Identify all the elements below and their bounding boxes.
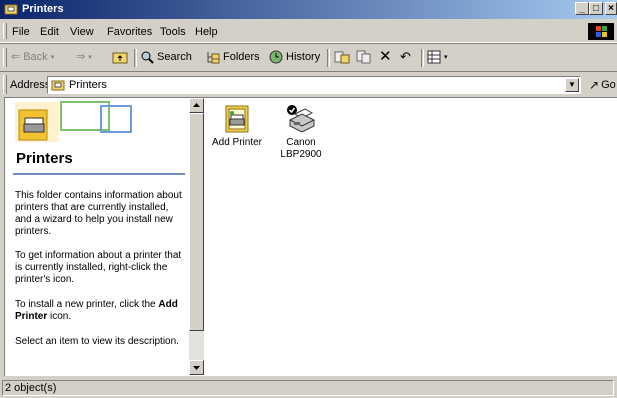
address-dropdown-button[interactable]: ▼ [565,78,579,92]
title-bar[interactable]: Printers _ □ × [0,0,617,19]
minimize-button[interactable]: _ [575,2,589,15]
move-to-icon [334,51,350,64]
window-title: Printers [22,3,64,15]
move-to-button[interactable] [334,50,350,64]
forward-button[interactable]: ⇒ ▾ [76,50,92,63]
toolbar-separator [134,49,137,67]
add-printer-item[interactable]: Add Printer [205,104,269,149]
menu-edit[interactable]: Edit [40,26,59,38]
history-icon [269,50,283,64]
up-folder-button[interactable] [112,50,128,64]
status-bar: 2 object(s) [0,378,617,398]
maximize-button[interactable]: □ [589,2,603,15]
folder-view: Printers This folder contains informatio… [4,97,617,376]
toolbar: ⇐ Back ▾ ⇒ ▾ Search Folders History ✕ ↶ … [0,43,617,72]
undo-button[interactable]: ↶ [400,49,411,65]
printers-folder-icon [4,4,18,15]
search-label: Search [157,51,192,63]
chevron-down-icon: ▾ [50,53,55,61]
go-arrow-icon: ↗ [589,78,600,92]
toolbar-grip[interactable] [3,48,7,67]
close-button[interactable]: × [605,2,617,15]
windows-logo-icon [588,23,614,40]
status-text: 2 object(s) [5,382,57,394]
search-button[interactable]: Search [140,50,192,64]
panel-paragraph-select: Select an item to view its description. [15,336,179,347]
copy-to-icon [356,50,371,64]
history-button[interactable]: History [269,50,320,64]
printer-icon [287,105,315,133]
item-label: Add Printer [211,137,263,148]
scroll-thumb[interactable] [189,113,204,331]
address-label: Address [10,79,51,91]
panel-divider [13,173,185,175]
chevron-down-icon: ▾ [88,53,92,61]
chevron-up-icon [193,103,200,107]
menu-help[interactable]: Help [195,26,218,38]
history-label: History [286,51,321,63]
up-folder-icon [112,52,128,64]
copy-to-button[interactable] [356,50,372,64]
address-grip[interactable] [3,75,7,94]
go-button[interactable]: ↗ Go [589,78,616,92]
delete-button[interactable]: ✕ [379,47,392,65]
address-value: Printers [69,79,107,91]
back-button[interactable]: ⇐ Back ▾ [11,50,55,64]
search-icon [141,51,154,64]
folders-label: Folders [223,51,260,63]
back-label: Back [23,50,48,63]
menu-view[interactable]: View [70,26,94,38]
delete-icon: ✕ [379,48,392,65]
panel-scrollbar[interactable] [189,98,204,375]
scroll-up-button[interactable] [189,98,204,113]
scroll-down-button[interactable] [189,360,204,375]
views-icon [427,50,441,64]
go-label: Go [601,79,616,91]
panel-title: Printers [16,150,73,167]
install-text-prefix: To install a new printer, click the [15,299,156,310]
toolbar-separator [327,49,330,67]
chevron-down-icon [193,366,200,370]
install-text-suffix: icon. [50,311,72,322]
chevron-down-icon: ▾ [444,54,448,61]
panel-paragraph-info: This folder contains information about p… [15,190,182,237]
menu-tools[interactable]: Tools [160,26,186,38]
folders-icon [207,52,220,64]
item-label: Canon LBP2900 [280,137,322,160]
canon-printer-item[interactable]: Canon LBP2900 [269,104,333,161]
address-input[interactable]: Printers ▼ [47,76,581,94]
folders-button[interactable]: Folders [206,50,260,64]
forward-arrow-icon: ⇒ [76,51,86,63]
panel-banner-graphic [15,101,132,142]
toolbar-separator [421,49,424,67]
undo-icon: ↶ [400,49,411,64]
add-printer-icon [225,105,249,133]
menu-grip[interactable] [3,23,7,39]
printers-folder-icon [51,80,65,91]
views-button[interactable]: ▾ [427,50,448,64]
menu-file[interactable]: File [12,26,30,38]
menu-favorites[interactable]: Favorites [107,26,152,38]
status-field: 2 object(s) [2,380,614,396]
panel-paragraph-rightclick: To get information about a printer that … [15,250,182,285]
address-bar: Address Printers ▼ ↗ Go [0,71,617,97]
panel-paragraph-install: To install a new printer, click the Add … [15,299,187,323]
back-arrow-icon: ⇐ [11,51,21,63]
menu-bar: File Edit View Favorites Tools Help [0,20,617,43]
web-view-panel: Printers This folder contains informatio… [5,98,189,375]
